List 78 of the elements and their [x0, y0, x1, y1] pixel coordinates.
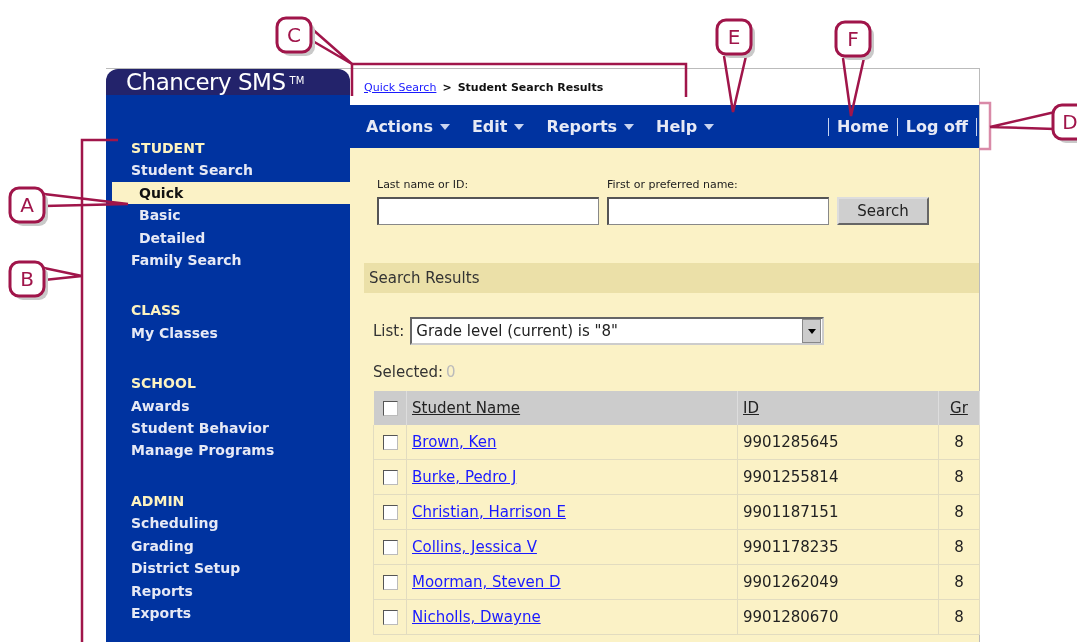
row-checkbox[interactable] [383, 504, 398, 520]
callout-label: E [715, 18, 755, 58]
nav-item[interactable]: Quick [112, 181, 350, 205]
section-heading: ADMIN [130, 491, 186, 511]
breadcrumb-separator: > [442, 80, 452, 94]
callout-label: C [275, 16, 315, 56]
caret-icon [439, 123, 450, 130]
app-logo: Chancery SMS $^{TM}$ [106, 69, 350, 95]
student-link[interactable]: Burke, Pedro J [412, 468, 517, 486]
nav-item[interactable]: Reports [106, 579, 350, 602]
callout-label: D [1051, 103, 1077, 143]
row-checkbox[interactable] [383, 469, 398, 485]
nav-item[interactable]: Awards [106, 394, 350, 418]
row-checkbox[interactable] [383, 434, 398, 450]
breadcrumb-link[interactable]: Quick Search [364, 80, 437, 94]
table-cell: 8 [954, 538, 964, 556]
table-cell: 9901262049 [743, 573, 839, 591]
table-cell: 9901285645 [743, 433, 839, 451]
nav-item[interactable]: Manage Programs [106, 439, 350, 462]
table-cell: 9901187151 [743, 503, 839, 521]
table-cell: 9901280670 [743, 608, 839, 626]
caret-icon [514, 123, 525, 130]
input-field[interactable] [607, 197, 829, 225]
menu-item[interactable]: Actions [356, 117, 460, 136]
section-title: Search Results [369, 269, 480, 287]
row-checkbox[interactable] [383, 609, 398, 625]
nav-item[interactable]: Grading [106, 534, 350, 558]
menu-item[interactable]: Help [646, 117, 725, 136]
search-button[interactable]: Search [837, 197, 929, 225]
input-field[interactable] [377, 197, 599, 225]
bracket-line [979, 101, 992, 151]
breadcrumb-current: Student Search Results [457, 80, 604, 94]
field-label: Last name or ID: [377, 178, 470, 191]
column-header[interactable]: Student Name [412, 399, 521, 417]
list-label: List: [373, 322, 405, 340]
nav-item[interactable]: Detailed [106, 226, 350, 250]
menu-item[interactable]: Reports [536, 117, 645, 136]
section-heading: CLASS [130, 301, 182, 321]
nav-item[interactable]: District Setup [106, 557, 350, 580]
nav-item[interactable]: Basic [106, 204, 350, 227]
nav-item[interactable]: Scheduling [106, 512, 350, 535]
selected-count: 0 [446, 363, 456, 381]
field-label: First or preferred name: [607, 178, 739, 191]
nav-item[interactable]: My Classes [106, 321, 350, 345]
nav-item[interactable]: Student Search [106, 159, 350, 182]
caret-icon [624, 123, 635, 130]
table-cell: 8 [954, 608, 964, 626]
row-checkbox[interactable] [383, 539, 398, 555]
callout-label: A [8, 186, 48, 226]
callout-label: B [8, 260, 48, 300]
menu-link[interactable]: Home [827, 117, 897, 136]
dropdown-arrow-icon [807, 328, 816, 334]
nav-item[interactable]: Student Behavior [106, 417, 350, 440]
leader-line [42, 266, 84, 282]
callout-label: F [834, 20, 874, 60]
table-cell: 8 [954, 503, 964, 521]
nav-item[interactable]: Family Search [106, 249, 350, 272]
column-header[interactable]: ID [743, 399, 759, 417]
table-cell: 8 [954, 573, 964, 591]
table-cell: 8 [954, 468, 964, 486]
section-heading: STUDENT [130, 139, 206, 158]
selected-label: Selected: [373, 363, 444, 381]
table-cell: 8 [954, 433, 964, 451]
leader-line [722, 54, 748, 114]
list-dropdown[interactable]: Grade level (current) is "8" [410, 317, 825, 345]
caret-icon [704, 123, 715, 130]
menu-item[interactable]: Edit [461, 117, 535, 136]
nav-item[interactable]: Exports [106, 601, 350, 625]
row-checkbox[interactable] [383, 574, 398, 590]
student-link[interactable]: Collins, Jessica V [412, 538, 537, 556]
leader-line [841, 56, 866, 118]
section-heading: SCHOOL [130, 374, 197, 394]
student-link[interactable]: Brown, Ken [412, 433, 497, 451]
table-cell: 9901255814 [743, 468, 839, 486]
table-cell: 9901178235 [743, 538, 839, 556]
select-all-checkbox[interactable] [382, 400, 398, 416]
menu-link[interactable]: Log off [896, 117, 976, 136]
student-link[interactable]: Nicholls, Dwayne [412, 608, 541, 626]
